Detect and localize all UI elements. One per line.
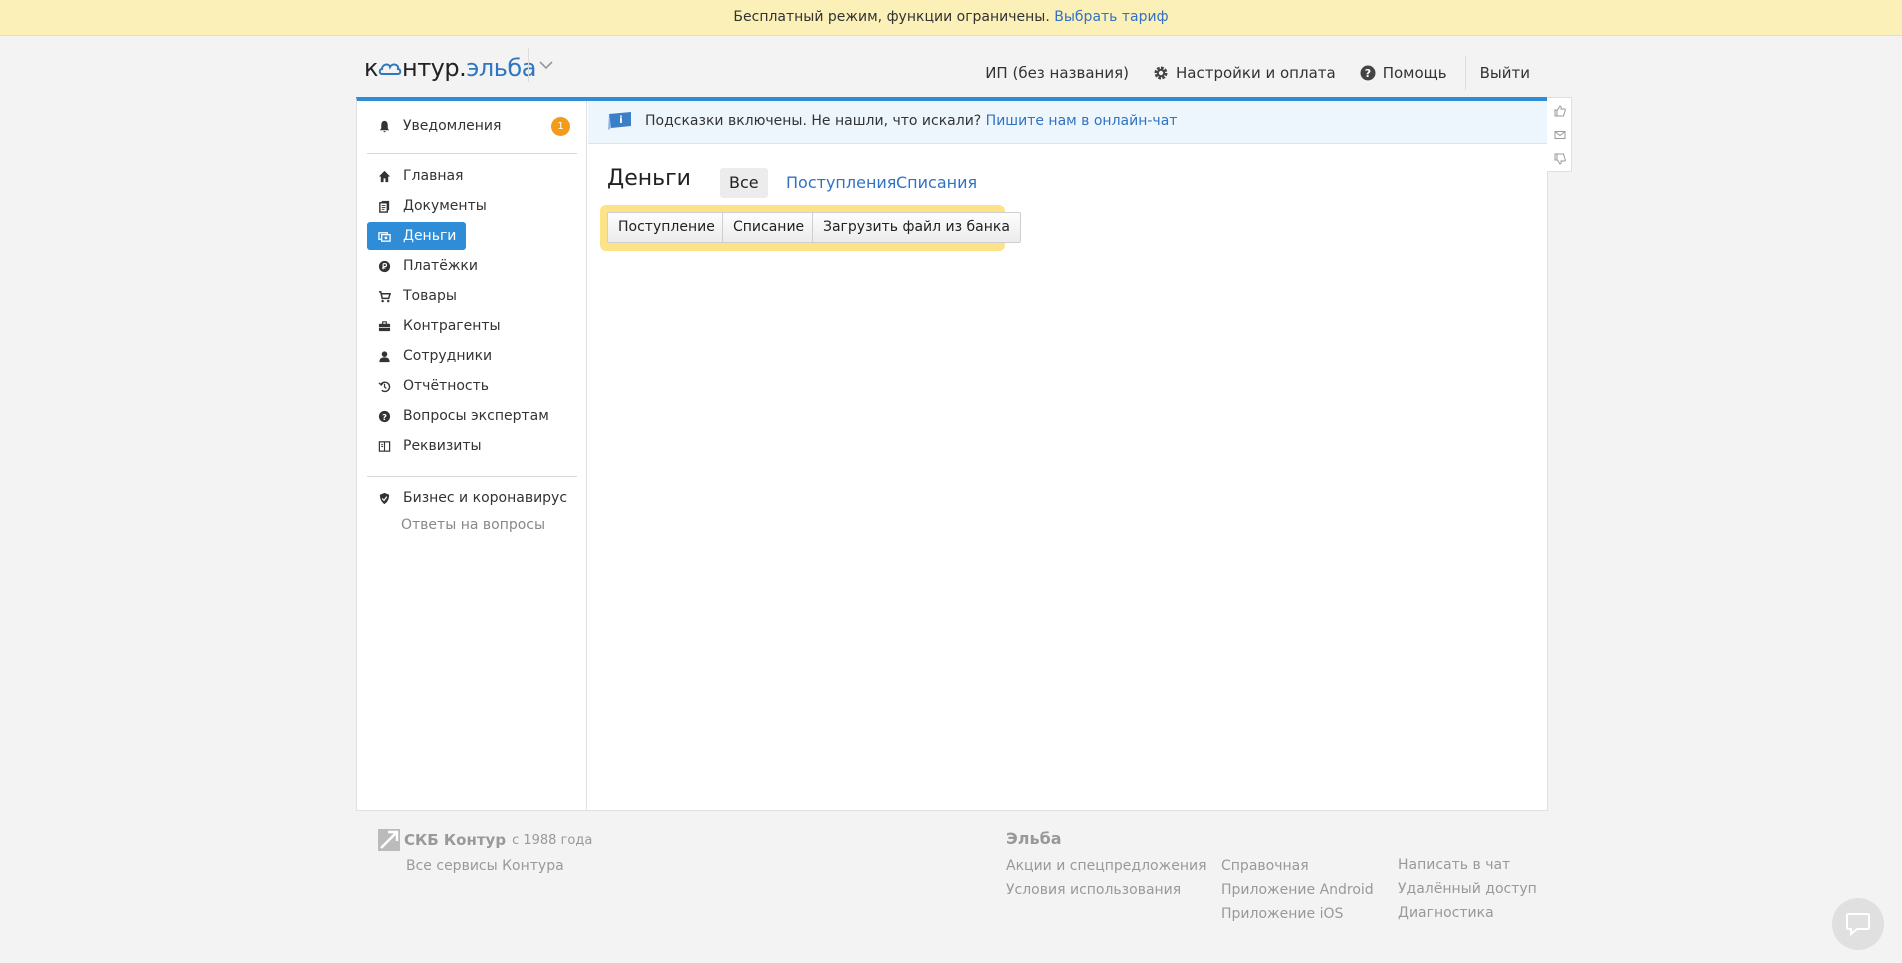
sidebar-divider	[367, 476, 577, 477]
sidebar-item-employees[interactable]: Сотрудники	[367, 342, 492, 370]
footer-link[interactable]: Условия использования	[1006, 878, 1207, 902]
help-link[interactable]: ? Помощь	[1360, 64, 1447, 82]
choose-plan-link[interactable]: Выбрать тариф	[1054, 9, 1168, 25]
footer: СКБ Контур с 1988 года Все сервисы Конту…	[0, 823, 1902, 963]
online-chat-link[interactable]: Пишите нам в онлайн-чат	[986, 113, 1178, 129]
sidebar-item-money[interactable]: Деньги	[367, 222, 467, 250]
shield-icon	[377, 491, 391, 505]
sidebar: Уведомления 1 Главная Документы Деньги П…	[357, 101, 587, 811]
question-icon: ?	[377, 409, 391, 423]
footer-col-1: Акции и спецпредложения Условия использо…	[1006, 854, 1207, 902]
reports-icon	[377, 379, 391, 393]
settings-link[interactable]: Настройки и оплата	[1153, 64, 1336, 82]
skb-brand[interactable]: СКБ Контур с 1988 года	[378, 829, 592, 851]
sidebar-item-goods[interactable]: Товары	[367, 282, 457, 310]
sidebar-item-covid[interactable]: Бизнес и коронавирус	[367, 484, 567, 512]
all-services-link[interactable]: Все сервисы Контура	[406, 858, 564, 874]
footer-link[interactable]: Удалённый доступ	[1398, 877, 1537, 901]
bell-icon	[377, 119, 391, 133]
tab-outgoing[interactable]: Списания	[887, 168, 986, 198]
sidebar-item-experts[interactable]: ? Вопросы экспертам	[367, 402, 549, 430]
actions-toolbar: Поступление Списание Загрузить файл из б…	[600, 205, 1021, 251]
header: к нтур.эльба ИП (без названия) Настройки …	[356, 38, 1548, 98]
org-name-link[interactable]: ИП (без названия)	[985, 64, 1129, 82]
notifications-badge: 1	[551, 117, 570, 136]
header-nav: ИП (без названия) Настройки и оплата ? П…	[961, 56, 1530, 90]
logo-cloud-icon	[378, 63, 402, 75]
documents-icon	[377, 199, 391, 213]
footer-link[interactable]: Акции и спецпредложения	[1006, 854, 1207, 878]
chat-icon	[1846, 913, 1870, 936]
add-income-button[interactable]: Поступление	[607, 212, 726, 243]
payments-icon	[377, 259, 391, 273]
user-icon	[377, 349, 391, 363]
sidebar-item-contractors[interactable]: Контрагенты	[367, 312, 501, 340]
main-frame: Уведомления 1 Главная Документы Деньги П…	[356, 97, 1548, 811]
footer-link[interactable]: Справочная	[1221, 854, 1374, 878]
footer-link[interactable]: Приложение iOS	[1221, 902, 1374, 926]
footer-col-2: Справочная Приложение Android Приложение…	[1221, 854, 1374, 926]
tab-all[interactable]: Все	[720, 168, 768, 198]
sidebar-item-reports[interactable]: Отчётность	[367, 372, 489, 400]
cart-icon	[377, 289, 391, 303]
sidebar-item-documents[interactable]: Документы	[367, 192, 487, 220]
tips-bar: i Подсказки включены. Не нашли, что иска…	[588, 101, 1547, 144]
covid-answers-link[interactable]: Ответы на вопросы	[401, 517, 545, 533]
svg-text:?: ?	[382, 411, 387, 421]
chat-widget-button[interactable]	[1832, 898, 1884, 950]
products-dropdown[interactable]	[528, 48, 562, 82]
help-icon: ?	[1360, 65, 1376, 81]
feedback-panel	[1547, 97, 1572, 172]
thumbs-down-icon[interactable]	[1547, 148, 1572, 170]
footer-link[interactable]: Диагностика	[1398, 901, 1537, 925]
home-icon	[377, 169, 391, 183]
header-divider	[1464, 56, 1466, 90]
page-title: Деньги	[607, 166, 691, 191]
logout-link[interactable]: Выйти	[1480, 64, 1530, 82]
logo[interactable]: к нтур.эльба	[364, 54, 536, 82]
banner-text: Бесплатный режим, функции ограничены.	[733, 9, 1050, 25]
svg-text:i: i	[619, 115, 622, 126]
footer-col-3: Написать в чат Удалённый доступ Диагност…	[1398, 853, 1537, 925]
tips-text: Подсказки включены. Не нашли, что искали…	[645, 113, 982, 129]
free-mode-banner: Бесплатный режим, функции ограничены. Вы…	[0, 0, 1902, 36]
info-icon: i	[608, 112, 631, 130]
requisites-icon	[377, 439, 391, 453]
sidebar-item-notifications[interactable]: Уведомления	[367, 112, 501, 140]
thumbs-up-icon[interactable]	[1547, 100, 1572, 122]
mail-icon[interactable]	[1547, 124, 1572, 146]
add-expense-button[interactable]: Списание	[722, 212, 816, 243]
sidebar-divider	[367, 153, 577, 154]
footer-elba-heading: Эльба	[1006, 829, 1062, 848]
money-icon	[377, 229, 391, 243]
gear-icon	[1154, 66, 1168, 80]
sidebar-item-payments[interactable]: Платёжки	[367, 252, 478, 280]
upload-bank-file-button[interactable]: Загрузить файл из банка	[812, 212, 1021, 243]
skb-kontur-logo-icon	[378, 829, 400, 851]
footer-link[interactable]: Приложение Android	[1221, 878, 1374, 902]
sidebar-item-requisites[interactable]: Реквизиты	[367, 432, 482, 460]
footer-link[interactable]: Написать в чат	[1398, 853, 1537, 877]
chevron-down-icon	[538, 60, 553, 69]
sidebar-item-home[interactable]: Главная	[367, 162, 463, 190]
briefcase-icon	[377, 319, 391, 333]
svg-text:?: ?	[1365, 67, 1371, 80]
